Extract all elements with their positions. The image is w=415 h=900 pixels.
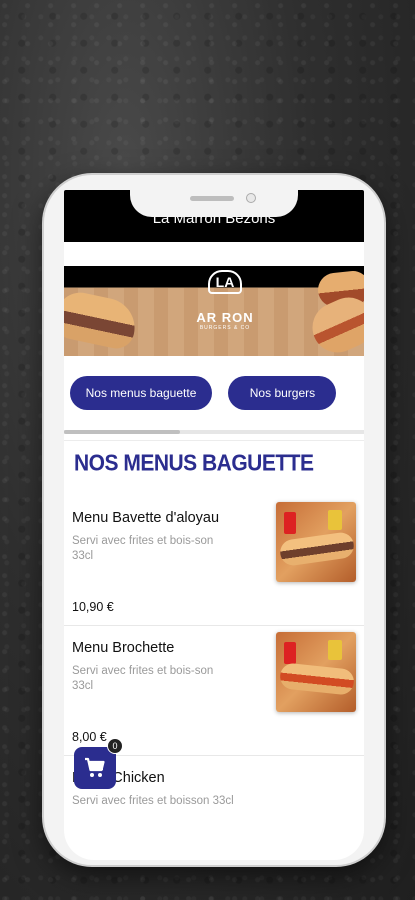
menu-item[interactable]: Menu Brochette Servi avec frites et bois… — [64, 632, 364, 752]
drink-cup — [284, 512, 296, 534]
tabs-scrollbar[interactable] — [64, 430, 364, 434]
menu-item-description: Servi avec frites et bois-son 33cl — [72, 665, 214, 692]
restaurant-banner: LA AR RON BURGERS & CO — [64, 266, 364, 356]
baguette — [278, 530, 356, 568]
drink-cup — [284, 642, 296, 664]
logo-sub-text: BURGERS & CO — [199, 325, 251, 331]
baguette — [278, 662, 356, 696]
cart-icon — [85, 757, 105, 777]
logo-top-text: LA — [207, 270, 243, 294]
menu-item-description: Servi avec frites et bois-son 33cl — [72, 535, 214, 562]
category-tabs: Nos menus baguette Nos burgers — [70, 376, 348, 410]
tab-burgers[interactable]: Nos burgers — [228, 376, 337, 410]
restaurant-logo: LA AR RON BURGERS & CO — [194, 270, 256, 350]
section-divider — [64, 440, 364, 441]
menu-item-price: 8,00 € — [72, 730, 107, 744]
phone-speaker — [190, 196, 234, 201]
tabs-scrollbar-thumb[interactable] — [64, 430, 180, 434]
cart-button[interactable] — [74, 747, 116, 789]
fries-box — [328, 640, 342, 660]
cart-count-badge: 0 — [107, 738, 123, 754]
phone-camera — [246, 193, 256, 203]
menu-item-description: Servi avec frites et boisson 33cl — [72, 795, 234, 807]
section-title: NOS MENUS BAGUETTE — [74, 451, 314, 476]
fries-box — [328, 510, 342, 530]
menu-item-image — [276, 632, 356, 712]
menu-item-image — [276, 502, 356, 582]
menu-item-name: Menu Bavette d'aloyau — [72, 510, 220, 526]
tab-menus-baguette[interactable]: Nos menus baguette — [70, 376, 212, 410]
logo-name-text: AR RON — [196, 310, 254, 325]
menu-item[interactable]: Menu Bavette d'aloyau Servi avec frites … — [64, 502, 364, 622]
menu-item-name: Menu Brochette — [72, 640, 175, 656]
item-divider — [64, 625, 364, 626]
menu-item-price: 10,90 € — [72, 600, 114, 614]
